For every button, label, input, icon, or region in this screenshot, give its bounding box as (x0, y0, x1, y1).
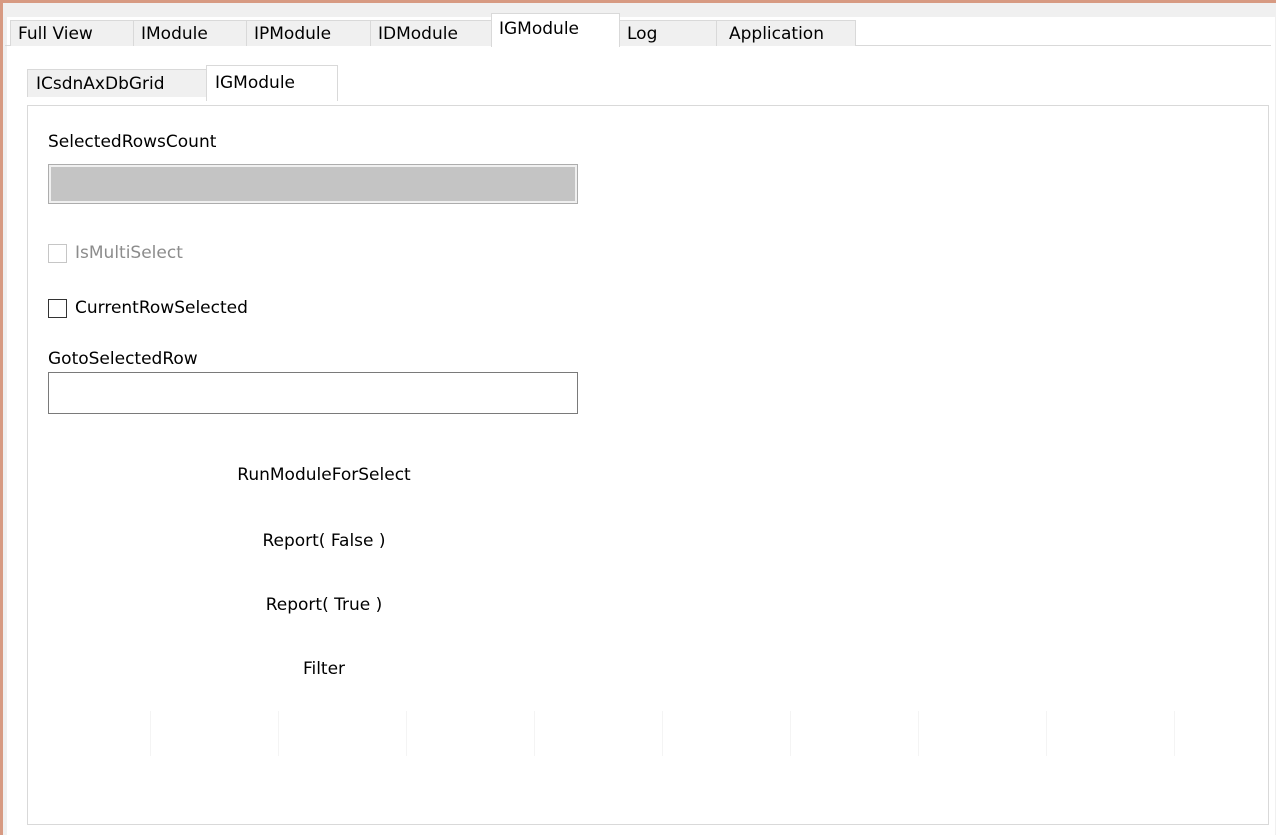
is-multi-select-box[interactable] (48, 243, 67, 263)
top-tab-strip: Full View IModule IPModule IDModule IGMo… (5, 10, 1271, 47)
selected-rows-count-field[interactable] (48, 164, 578, 204)
is-multi-select-checkbox[interactable]: IsMultiSelect (48, 243, 183, 263)
report-true-button[interactable]: Report( True ) (196, 591, 452, 619)
goto-selected-row-label: GotoSelectedRow (48, 349, 198, 369)
faint-divider (150, 711, 151, 756)
sub-tab-strip: ICsdnAxDbGrid IGModule (10, 45, 1268, 105)
subtab-igmodule[interactable]: IGModule (206, 65, 338, 101)
tab-log[interactable]: Log (619, 20, 717, 46)
filter-button[interactable]: Filter (196, 655, 452, 683)
tab-imodule[interactable]: IModule (133, 20, 247, 46)
report-false-button[interactable]: Report( False ) (196, 527, 452, 555)
tab-idmodule[interactable]: IDModule (370, 20, 493, 46)
tab-igmodule[interactable]: IGModule (491, 13, 620, 47)
current-row-selected-checkbox[interactable]: CurrentRowSelected (48, 298, 248, 318)
subtab-icsdnaxdbgrid[interactable]: ICsdnAxDbGrid (27, 69, 207, 97)
tab-full-view[interactable]: Full View (10, 20, 134, 46)
faint-divider (918, 711, 919, 756)
faint-divider (1046, 711, 1047, 756)
goto-selected-row-field[interactable] (48, 372, 578, 414)
faint-divider (406, 711, 407, 756)
selected-rows-count-label: SelectedRowsCount (48, 132, 217, 152)
current-row-selected-box[interactable] (48, 298, 67, 318)
current-row-selected-label: CurrentRowSelected (75, 298, 248, 318)
faint-divider (278, 711, 279, 756)
faint-divider (534, 711, 535, 756)
is-multi-select-label: IsMultiSelect (75, 243, 183, 263)
tab-ipmodule[interactable]: IPModule (246, 20, 371, 46)
run-module-for-select-button[interactable]: RunModuleForSelect (196, 461, 452, 489)
tab-application[interactable]: Application (716, 20, 856, 46)
faint-divider (1174, 711, 1175, 756)
igmodule-panel: SelectedRowsCount IsMultiSelect CurrentR… (27, 105, 1269, 825)
faint-divider (662, 711, 663, 756)
faint-divider (790, 711, 791, 756)
